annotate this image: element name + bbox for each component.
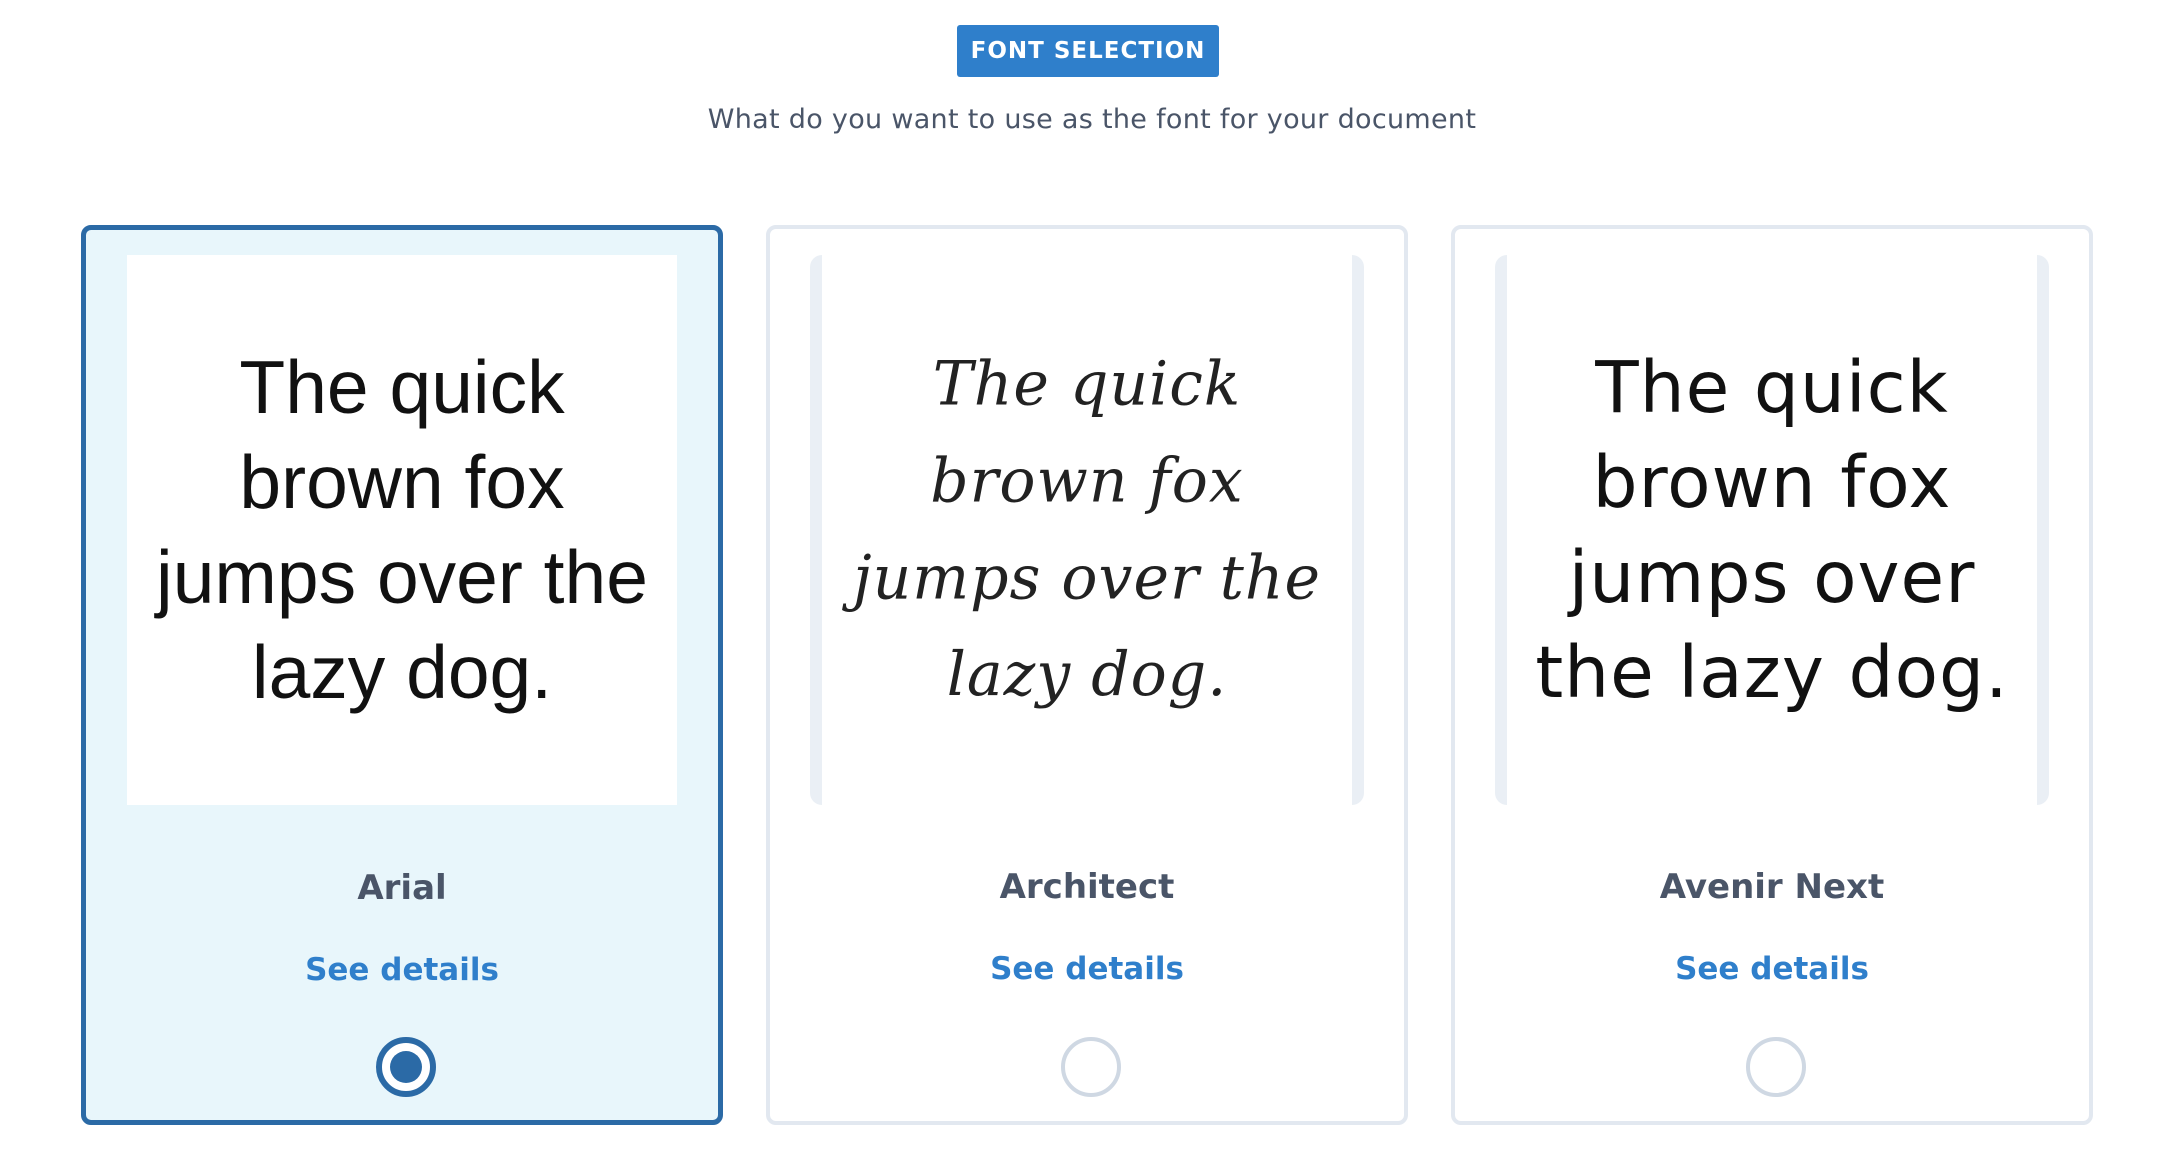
font-radio-button[interactable] [1061,1037,1121,1097]
see-details-link[interactable]: See details [770,951,1404,987]
font-radio-button[interactable] [376,1037,436,1097]
font-card-arial[interactable]: The quick brown fox jumps over the lazy … [81,225,723,1125]
font-card-architect[interactable]: The quick brown fox jumps over the lazy … [766,225,1408,1125]
font-sample-text: The quick brown fox jumps over the lazy … [1535,346,2009,714]
radio-selected-dot [390,1051,422,1083]
see-details-link[interactable]: See details [1455,951,2089,987]
section-badge: FONT SELECTION [957,25,1219,77]
page-subtitle: What do you want to use as the font for … [707,104,1477,135]
font-name: Arial [357,868,447,908]
font-sample-text: The quick brown fox jumps over the lazy … [156,345,648,714]
font-radio-button[interactable] [1746,1037,1806,1097]
font-card-avenir-next[interactable]: The quick brown fox jumps over the lazy … [1451,225,2093,1125]
font-sample-text: The quick brown fox jumps over the lazy … [853,348,1321,711]
font-name: Avenir Next [1659,867,1885,907]
font-preview: The quick brown fox jumps over the lazy … [1495,255,2049,805]
font-name: Architect [999,867,1175,907]
font-preview: The quick brown fox jumps over the lazy … [810,255,1364,805]
see-details-link[interactable]: See details [86,952,718,988]
font-preview: The quick brown fox jumps over the lazy … [127,255,677,805]
